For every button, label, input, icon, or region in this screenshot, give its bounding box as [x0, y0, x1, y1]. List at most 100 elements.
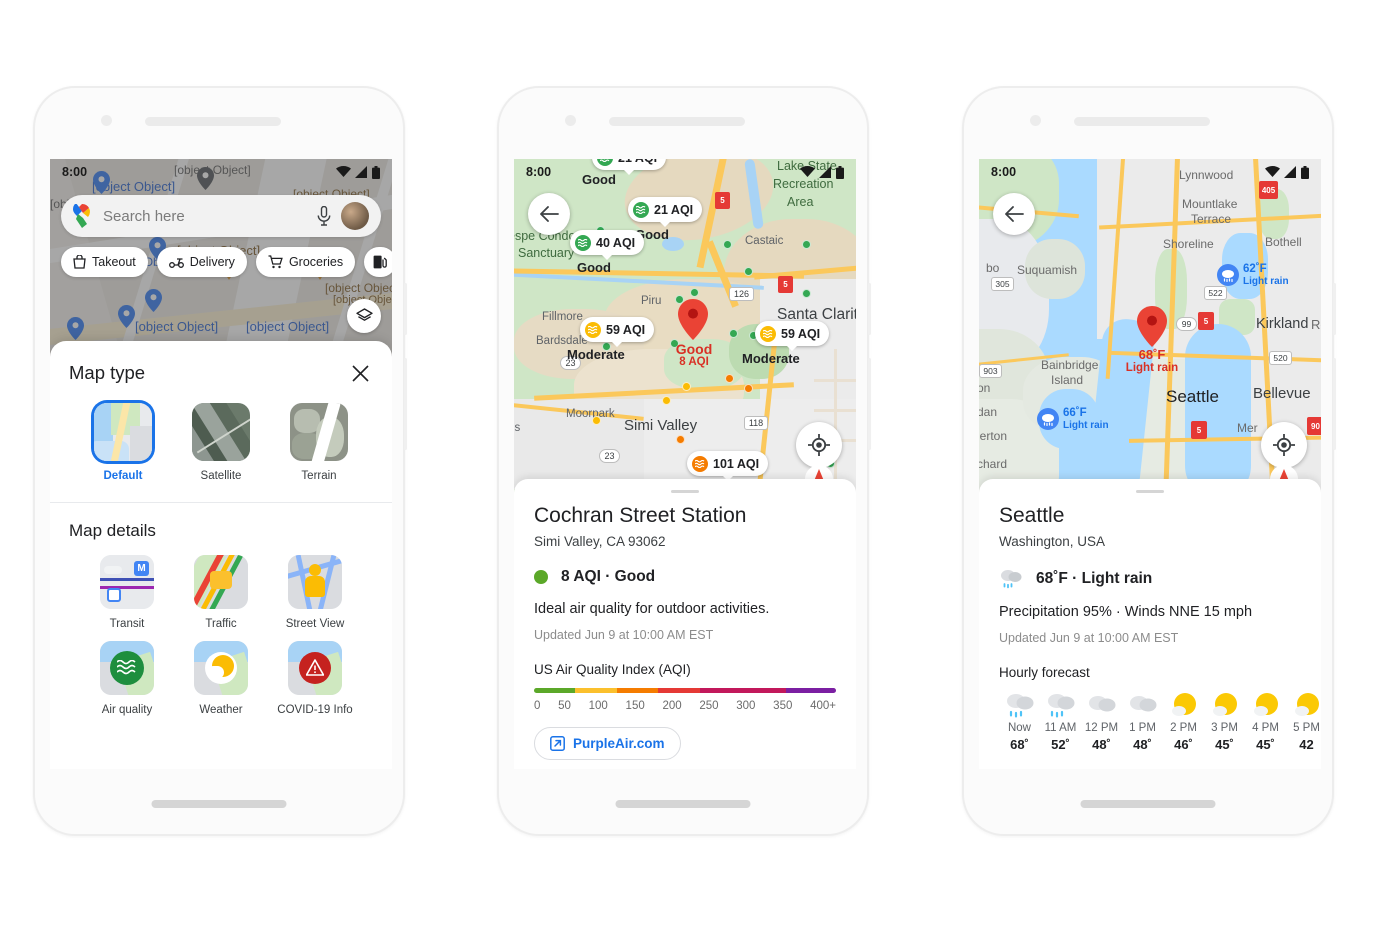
scale-tick: 0	[534, 700, 541, 712]
close-icon[interactable]	[347, 360, 373, 386]
hour-cell[interactable]: 3 PM 45˚	[1204, 689, 1245, 752]
map-type-satellite[interactable]: Satellite	[184, 403, 258, 482]
weather-callout-text: 62˚F Light rain	[1243, 263, 1289, 288]
my-location-button[interactable]	[1261, 422, 1307, 468]
avatar[interactable]	[341, 202, 369, 230]
map-type-terrain[interactable]: Terrain	[282, 403, 356, 482]
hour-time: 3 PM	[1211, 722, 1238, 734]
side-button-volume[interactable]	[868, 283, 871, 335]
map-type-label: Satellite	[200, 470, 242, 482]
hour-cell[interactable]: 2 PM 46˚	[1163, 689, 1204, 752]
aqi-callout[interactable]: 101 AQI	[687, 451, 769, 476]
sheet-grabber[interactable]	[671, 490, 699, 493]
weather-callout-text: 66˚F Light rain	[1063, 407, 1109, 432]
aqi-callout[interactable]: 21 AQI	[628, 197, 703, 222]
aqi-grade-icon	[575, 234, 591, 251]
covid-info-icon	[288, 641, 342, 696]
earpiece-speaker	[1074, 117, 1210, 126]
map-type-label: Default	[103, 470, 143, 482]
hour-cell[interactable]: 1 PM 48˚	[1122, 689, 1163, 752]
selected-location-pin-icon[interactable]	[1137, 306, 1167, 347]
aqi-sensor-dot[interactable]	[744, 267, 753, 276]
aqi-sensor-dot[interactable]	[729, 329, 738, 338]
search-input[interactable]: Search here	[103, 208, 307, 225]
home-indicator[interactable]	[1080, 800, 1216, 808]
chip-takeout[interactable]: Takeout	[61, 247, 148, 277]
search-bar[interactable]: Search here	[61, 195, 381, 237]
aqi-sensor-dot[interactable]	[744, 384, 753, 393]
route-shield: 90	[1307, 417, 1321, 435]
side-button-volume[interactable]	[404, 283, 407, 335]
purpleair-link-button[interactable]: PurpleAir.com	[534, 727, 681, 760]
hour-cell[interactable]: 12 PM 48˚	[1081, 689, 1122, 752]
city-title: Seattle	[999, 504, 1065, 527]
map-detail-traffic[interactable]: Traffic	[174, 555, 268, 631]
aqi-callout[interactable]: 40 AQI	[570, 230, 645, 255]
aqi-sensor-dot[interactable]	[723, 240, 732, 249]
aqi-callout-value: 21 AQI	[654, 202, 694, 217]
side-button-power[interactable]	[1333, 358, 1336, 450]
map-details-grid: M Transit Traffic Street View Air qualit…	[50, 541, 392, 734]
aqi-sensor-dot[interactable]	[682, 382, 691, 391]
hourly-forecast-row[interactable]: Now 68˚ 11 AM 52˚ 12 PM 48˚ 1 PM 48˚ 2 P…	[999, 689, 1320, 752]
map-detail-covid-info[interactable]: COVID-19 Info	[268, 641, 362, 717]
side-button-volume[interactable]	[1333, 283, 1336, 335]
hour-cell[interactable]: Now 68˚	[999, 689, 1040, 752]
map-detail-label: Transit	[109, 618, 145, 630]
weather-callout[interactable]: 66˚F Light rain	[1037, 407, 1109, 432]
map-place-label: rchard	[979, 457, 1008, 471]
selected-location-pin-icon[interactable]	[678, 299, 708, 340]
microphone-icon[interactable]	[317, 206, 331, 226]
map-detail-weather[interactable]: Weather	[174, 641, 268, 717]
home-indicator[interactable]	[615, 800, 751, 808]
aqi-description: Ideal air quality for outdoor activities…	[534, 601, 770, 617]
side-button-power[interactable]	[404, 358, 407, 450]
chip-groceries[interactable]: Groceries	[255, 247, 356, 277]
map-detail-air-quality[interactable]: Air quality	[80, 641, 174, 717]
hour-cell[interactable]: 5 PM 42	[1286, 689, 1321, 752]
home-indicator[interactable]	[151, 800, 287, 808]
battery-icon	[836, 165, 844, 179]
status-time: 8:00	[991, 165, 1017, 179]
map-detail-street-view[interactable]: Street View	[268, 555, 362, 631]
hour-cell[interactable]: 4 PM 45˚	[1245, 689, 1286, 752]
aqi-sensor-dot[interactable]	[802, 289, 811, 298]
chip-gas[interactable]	[364, 247, 392, 277]
aqi-callout-status: Good	[577, 260, 611, 275]
map-type-default[interactable]: Default	[86, 403, 160, 482]
status-bar: 8:00	[514, 159, 856, 185]
back-button[interactable]	[528, 193, 570, 235]
gas-station-icon	[373, 255, 387, 269]
route-shield: 118	[744, 416, 768, 430]
aqi-sensor-dot[interactable]	[676, 435, 685, 444]
hour-temp: 45˚	[1215, 737, 1234, 752]
category-chip-row[interactable]: Takeout Delivery Groceries	[61, 247, 392, 277]
wifi-icon	[1265, 166, 1280, 177]
aqi-sensor-dot[interactable]	[725, 374, 734, 383]
sheet-grabber[interactable]	[1136, 490, 1164, 493]
aqi-scale-bar	[534, 688, 836, 693]
front-camera-icon	[101, 115, 112, 126]
weather-callout[interactable]: 62˚F Light rain	[1217, 263, 1289, 288]
scale-tick: 250	[699, 700, 719, 712]
route-shield: 23	[599, 449, 620, 463]
rain-cloud-icon	[999, 568, 1023, 589]
aqi-sensor-dot[interactable]	[802, 240, 811, 249]
hour-temp: 45˚	[1256, 737, 1275, 752]
air-quality-icon	[100, 641, 154, 696]
aqi-callout[interactable]: 59 AQI	[755, 321, 830, 346]
aqi-sensor-dot[interactable]	[662, 396, 671, 405]
map-layers-button[interactable]	[347, 299, 381, 333]
map-place-label: Mountlake	[1182, 197, 1238, 211]
aqi-sensor-dot[interactable]	[690, 288, 699, 297]
my-location-button[interactable]	[796, 422, 842, 468]
status-badge	[534, 570, 548, 584]
aqi-callout[interactable]: 59 AQI	[580, 317, 655, 342]
chip-delivery[interactable]: Delivery	[156, 247, 247, 277]
map-detail-transit[interactable]: M Transit	[80, 555, 174, 631]
aqi-sensor-dot[interactable]	[592, 416, 601, 425]
back-button[interactable]	[993, 193, 1035, 235]
side-button-power[interactable]	[868, 358, 871, 450]
hour-time: 2 PM	[1170, 722, 1197, 734]
hour-cell[interactable]: 11 AM 52˚	[1040, 689, 1081, 752]
